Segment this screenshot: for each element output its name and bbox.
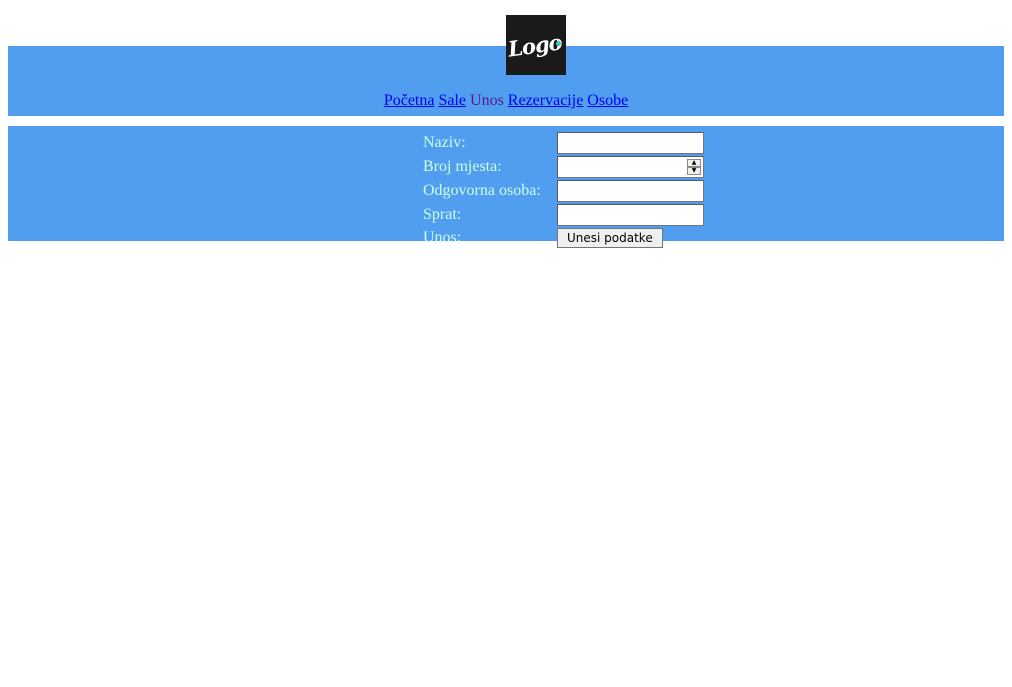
sprat-label: Sprat: xyxy=(423,206,462,223)
nav-link-sale[interactable]: Sale xyxy=(438,92,466,109)
spinner-up-icon[interactable]: ▲ xyxy=(687,159,701,167)
odgovorna-osoba-input[interactable] xyxy=(557,180,704,202)
nav-link-rezervacije[interactable]: Rezervacije xyxy=(508,92,584,109)
form-row-naziv: Naziv: xyxy=(422,132,705,154)
form-row-broj-mjesta: Broj mjesta: ▲ ▼ xyxy=(422,156,705,178)
unos-label: Unos: xyxy=(423,229,462,246)
nav-current-unos: Unos xyxy=(470,92,504,109)
logo-dot xyxy=(556,41,561,46)
naziv-input[interactable] xyxy=(557,132,704,154)
entry-form: Naziv: Broj mjesta: ▲ ▼ Odgovorna osoba:… xyxy=(420,130,707,250)
form-row-unos: Unos: Unesi podatke xyxy=(422,228,705,248)
sprat-input[interactable] xyxy=(557,204,704,226)
logo-text: Logo xyxy=(506,28,564,62)
spinner-down-icon[interactable]: ▼ xyxy=(687,167,701,175)
nav-link-osobe[interactable]: Osobe xyxy=(587,92,628,109)
broj-mjesta-label: Broj mjesta: xyxy=(423,158,502,175)
naziv-label: Naziv: xyxy=(423,134,466,151)
broj-mjesta-number-input[interactable]: ▲ ▼ xyxy=(557,156,704,178)
logo: Logo xyxy=(506,15,566,75)
form-row-sprat: Sprat: xyxy=(422,204,705,226)
nav-link-pocetna[interactable]: Početna xyxy=(384,92,435,109)
form-row-odgovorna-osoba: Odgovorna osoba: xyxy=(422,180,705,202)
odgovorna-osoba-label: Odgovorna osoba: xyxy=(423,182,541,199)
number-spinner: ▲ ▼ xyxy=(687,159,701,175)
unesi-podatke-button[interactable]: Unesi podatke xyxy=(557,228,663,248)
main-nav: Početna Sale Unos Rezervacije Osobe xyxy=(8,91,1004,111)
